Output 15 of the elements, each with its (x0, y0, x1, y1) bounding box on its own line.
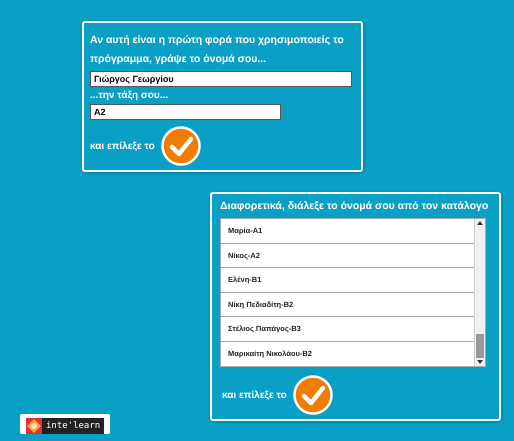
instruction-text: ...την τάξη σου... (90, 89, 170, 103)
scrollbar[interactable] (474, 219, 485, 366)
instruction-text: και επίλεξε το (90, 140, 155, 152)
diamond-icon (26, 418, 42, 434)
confirm-button[interactable] (160, 126, 201, 166)
instruction-text: Αν αυτή είναι η πρώτη φορά που χρησιμοποιείς το πρόγραμμα, γράψε το όνομά σου... (90, 33, 345, 67)
class-field[interactable]: A2 (90, 104, 281, 120)
logo-text: inte'learn (42, 418, 104, 434)
instruction-text: Διαφορετικά, διάλεξε το όνομά σου από τον κατάλογο (220, 199, 490, 214)
scroll-down-arrow-icon[interactable] (475, 358, 485, 366)
instruction-text: και επίλεξε το (222, 390, 287, 400)
scroll-up-arrow-icon[interactable] (475, 219, 485, 227)
name-field[interactable]: Γιώργος Γεωργίου (90, 71, 352, 87)
confirm-button[interactable] (292, 375, 333, 415)
scrollbar-thumb[interactable] (476, 334, 484, 358)
